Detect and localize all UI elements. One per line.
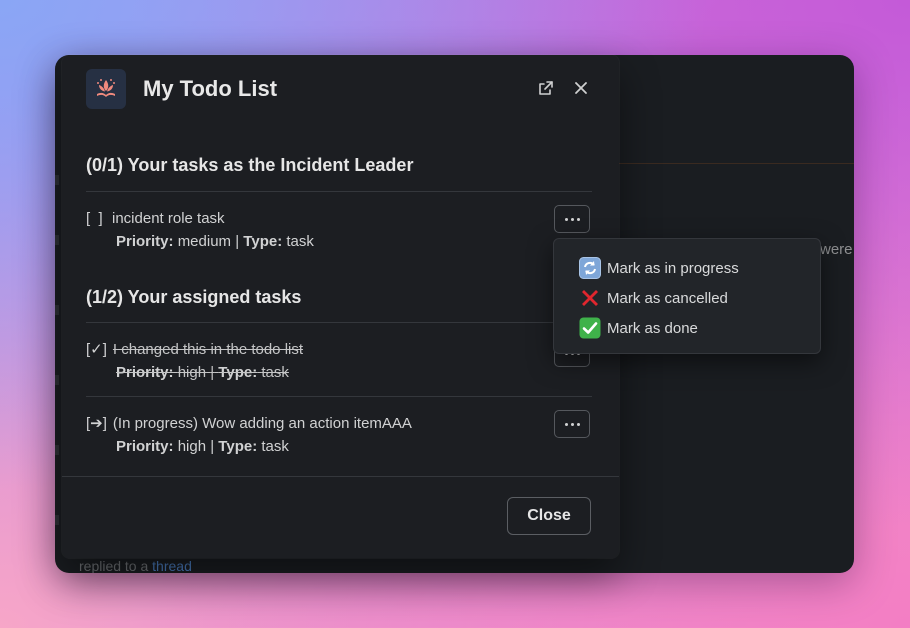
thread-reply-prefix: replied to a (79, 558, 149, 573)
app-logo-icon (86, 69, 126, 109)
modal-title: My Todo List (143, 76, 278, 101)
arrows-refresh-icon (579, 257, 601, 279)
task-item: [ ] incident role task Priority: medium … (86, 208, 592, 252)
modal-header: My Todo List (62, 55, 619, 121)
menu-item-label: Mark as done (607, 319, 698, 337)
thread-link[interactable]: thread (152, 558, 192, 573)
priority-value: medium (177, 233, 232, 250)
task-divider (86, 396, 592, 397)
type-value: task (286, 233, 314, 250)
task-title: incident role task (112, 209, 225, 227)
ellipsis-icon (564, 217, 580, 221)
todo-list-modal: My Todo List (0/1) Your tasks as the Inc… (62, 55, 619, 558)
close-button[interactable]: Close (507, 497, 591, 535)
task-meta: Priority: high | Type: task (116, 363, 592, 383)
meta-separator: | (210, 438, 215, 455)
green-check-icon (579, 317, 601, 339)
background-thread-reply: replied to a thread (79, 558, 192, 573)
task-title: I changed this in the todo list (112, 340, 304, 358)
section-heading-incident-leader: (0/1) Your tasks as the Incident Leader (86, 155, 414, 175)
priority-label: Priority: (116, 364, 174, 381)
menu-item-label: Mark as in progress (607, 259, 739, 277)
type-label: Type: (243, 233, 283, 250)
red-x-icon (579, 287, 601, 309)
task-meta: Priority: high | Type: task (116, 437, 592, 457)
priority-value: high (177, 364, 207, 381)
modal-footer-divider (62, 476, 619, 477)
ellipsis-icon (564, 422, 580, 426)
close-icon[interactable] (570, 77, 592, 99)
task-title: (In progress) Wow adding an action itemA… (112, 414, 412, 432)
type-label: Type: (218, 438, 258, 455)
open-in-new-window-icon[interactable] (535, 77, 557, 99)
meta-separator: | (235, 233, 240, 250)
task-item: [✓] I changed this in the todo list Prio… (86, 339, 592, 383)
menu-item-mark-in-progress[interactable]: Mark as in progress (554, 253, 820, 283)
task-meta: Priority: medium | Type: task (116, 232, 592, 252)
background-divider (619, 163, 854, 164)
menu-item-mark-done[interactable]: Mark as done (554, 313, 820, 343)
section-divider (86, 322, 592, 323)
task-more-actions-button[interactable] (554, 205, 590, 233)
section-divider (86, 191, 592, 192)
priority-label: Priority: (116, 438, 174, 455)
type-value: task (261, 438, 289, 455)
priority-label: Priority: (116, 233, 174, 250)
menu-item-mark-cancelled[interactable]: Mark as cancelled (554, 283, 820, 313)
type-value: task (261, 364, 289, 381)
priority-value: high (177, 438, 207, 455)
meta-separator: | (210, 364, 215, 381)
background-message-fragment: were (820, 241, 853, 258)
task-status-marker: [➔] (86, 415, 107, 432)
task-item: [➔] (In progress) Wow adding an action i… (86, 413, 592, 457)
task-actions-menu: Mark as in progress Mark as cancelled Ma… (553, 238, 821, 354)
task-status-marker: [✓] (86, 341, 107, 358)
task-more-actions-button[interactable] (554, 410, 590, 438)
task-status-marker: [ ] (86, 209, 103, 227)
type-label: Type: (218, 364, 258, 381)
section-heading-assigned: (1/2) Your assigned tasks (86, 287, 302, 307)
background-left-gutter (55, 175, 61, 565)
menu-item-label: Mark as cancelled (607, 289, 728, 307)
